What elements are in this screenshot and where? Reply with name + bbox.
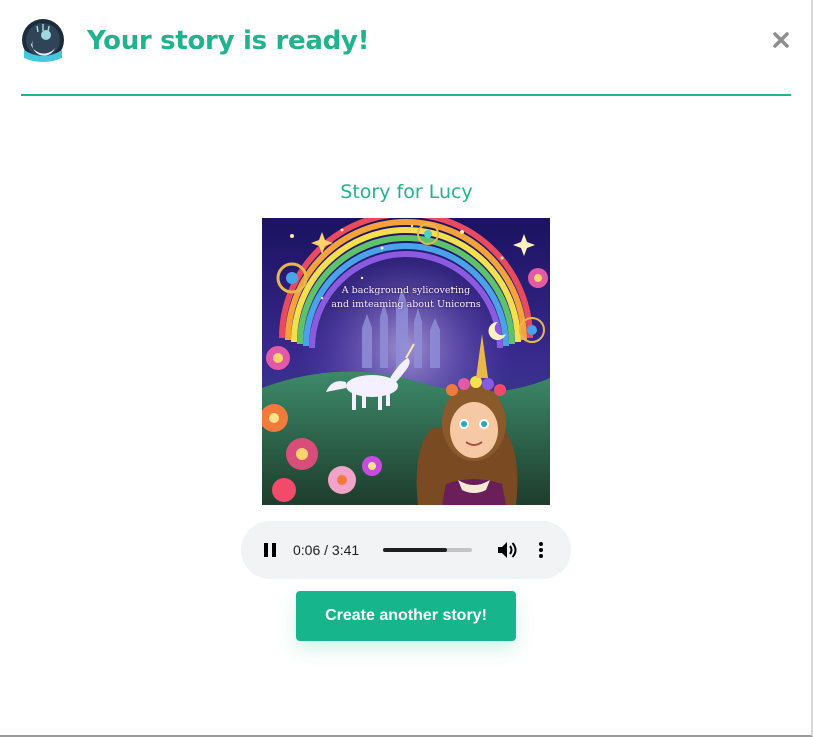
modal-header: Your story is ready!: [21, 18, 791, 96]
page-title: Your story is ready!: [87, 26, 370, 56]
progress-fill: [383, 548, 448, 552]
close-icon[interactable]: [771, 30, 791, 50]
cover-caption-line-1: A background sylicovering: [341, 285, 471, 296]
progress-slider[interactable]: [383, 548, 472, 552]
cover-caption-line-2: and imteaming about Unicorns: [331, 299, 481, 310]
audio-player: 0:06 / 3:41: [241, 521, 571, 579]
story-cover-image: A background sylicovering and imteaming …: [262, 218, 550, 505]
story-title: Story for Lucy: [340, 181, 473, 203]
create-another-story-button[interactable]: Create another story!: [296, 591, 516, 641]
moon-night-logo-icon: [21, 18, 65, 62]
time-display: 0:06 / 3:41: [293, 542, 360, 558]
more-options-icon[interactable]: [537, 541, 545, 559]
volume-icon[interactable]: [497, 541, 517, 559]
story-modal: Your story is ready! Story for Lucy A ba…: [0, 0, 813, 737]
cover-caption: A background sylicovering and imteaming …: [262, 284, 550, 312]
pause-icon[interactable]: [263, 543, 277, 557]
